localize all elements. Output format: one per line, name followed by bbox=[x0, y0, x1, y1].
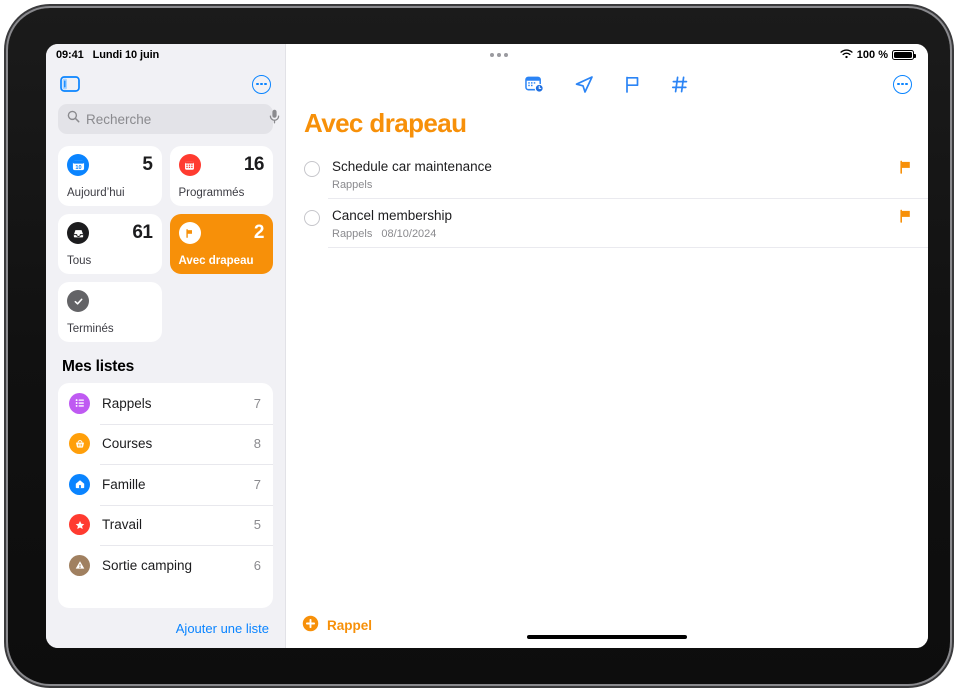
reminder-flag-icon[interactable] bbox=[899, 208, 912, 228]
today-calendar-icon: 10 bbox=[67, 154, 89, 176]
ipad-screen: 10 5 Aujourd’hui bbox=[46, 44, 928, 648]
star-icon bbox=[69, 514, 90, 536]
dot bbox=[260, 82, 263, 86]
smart-card-label: Terminés bbox=[67, 323, 114, 335]
dot bbox=[264, 82, 267, 86]
smart-card-flagged[interactable]: 2 Avec drapeau bbox=[169, 214, 273, 274]
list-item-name: Famille bbox=[102, 476, 146, 492]
reminder-body: Schedule car maintenance Rappels bbox=[332, 159, 899, 191]
bullet-list-icon bbox=[69, 392, 90, 414]
smart-card-count: 5 bbox=[142, 154, 153, 175]
smart-card-count: 16 bbox=[243, 154, 265, 175]
reminder-title: Cancel membership bbox=[332, 207, 453, 223]
smart-card-top: 10 5 bbox=[67, 154, 153, 176]
reminder-row[interactable]: Cancel membership Rappels 08/10/2024 bbox=[286, 199, 928, 248]
list-item-sortie-camping[interactable]: Sortie camping 6 bbox=[58, 545, 273, 586]
search-box[interactable] bbox=[58, 104, 280, 134]
list-item-count: 7 bbox=[253, 395, 261, 411]
reminder-list-name: Rappels bbox=[332, 178, 373, 191]
list-item-rappels[interactable]: Rappels 7 bbox=[58, 383, 273, 424]
completed-check-icon bbox=[67, 290, 89, 312]
list-item-name: Courses bbox=[102, 436, 153, 452]
reminder-meta: Rappels bbox=[332, 179, 899, 191]
reminder-checkbox[interactable] bbox=[304, 161, 320, 177]
reminder-meta: Rappels 08/10/2024 bbox=[332, 228, 899, 240]
sidebar-statusbar-spacer bbox=[46, 44, 285, 66]
add-reminder-button[interactable]: Rappel bbox=[302, 615, 372, 635]
reminder-list-name: Rappels bbox=[332, 227, 373, 240]
sidebar-toggle-icon[interactable] bbox=[60, 76, 80, 92]
shopping-basket-icon bbox=[69, 433, 90, 455]
scheduled-calendar-icon bbox=[178, 154, 201, 176]
hashtag-icon[interactable] bbox=[671, 75, 689, 94]
my-lists-container: Rappels 7 Courses 8 Famille 7 Travail 5 … bbox=[58, 383, 273, 608]
list-item-famille[interactable]: Famille 7 bbox=[58, 464, 273, 505]
main-content: Avec drapeau Schedule car maintenance Ra… bbox=[286, 44, 928, 648]
list-item-count: 8 bbox=[253, 436, 261, 452]
smart-card-top: 2 bbox=[178, 222, 265, 244]
calendar-clock-icon[interactable] bbox=[525, 75, 544, 93]
smart-card-count: 61 bbox=[132, 222, 153, 243]
reminder-date: 08/10/2024 bbox=[381, 227, 437, 240]
dot bbox=[905, 82, 908, 86]
smart-card-top: 61 bbox=[67, 222, 153, 244]
main-statusbar-spacer bbox=[286, 44, 928, 66]
toolbar-actions bbox=[286, 75, 928, 94]
sidebar-header bbox=[46, 66, 285, 102]
dot bbox=[901, 82, 904, 86]
location-arrow-icon[interactable] bbox=[574, 75, 594, 94]
smart-card-today[interactable]: 10 5 Aujourd’hui bbox=[58, 146, 162, 206]
list-item-name: Sortie camping bbox=[102, 557, 193, 573]
sidebar-more-button[interactable] bbox=[252, 74, 271, 94]
smart-card-top: 16 bbox=[178, 154, 265, 176]
dot bbox=[897, 82, 900, 86]
page-title: Avec drapeau bbox=[304, 108, 467, 138]
list-item-courses[interactable]: Courses 8 bbox=[58, 423, 273, 465]
main-more-button[interactable] bbox=[893, 74, 912, 94]
smart-card-label: Programmés bbox=[178, 187, 245, 199]
list-item-name: Travail bbox=[102, 517, 143, 533]
dot bbox=[256, 82, 259, 86]
list-item-count: 6 bbox=[253, 557, 261, 573]
sidebar: 10 5 Aujourd’hui bbox=[46, 44, 286, 648]
search-container bbox=[46, 102, 285, 134]
reminder-title: Schedule car maintenance bbox=[332, 159, 492, 174]
add-list-button[interactable]: Ajouter une liste bbox=[176, 621, 269, 636]
smart-card-scheduled[interactable]: 16 Programmés bbox=[169, 146, 273, 206]
smart-card-completed[interactable]: Terminés bbox=[58, 282, 162, 342]
triangle-exclamation-icon bbox=[69, 554, 90, 576]
smart-lists-grid: 10 5 Aujourd’hui 16 Programmés 61 Tous 2… bbox=[46, 134, 285, 342]
list-item-count: 5 bbox=[253, 517, 261, 533]
main-footer: Rappel bbox=[286, 602, 928, 648]
reminder-row[interactable]: Schedule car maintenance Rappels bbox=[286, 150, 928, 199]
my-lists-header: Mes listes bbox=[62, 358, 135, 375]
flag-icon bbox=[178, 222, 201, 244]
list-item-name: Rappels bbox=[102, 395, 152, 411]
reminder-flag-icon[interactable] bbox=[899, 159, 912, 179]
smart-card-label: Aujourd’hui bbox=[67, 187, 125, 199]
smart-card-top bbox=[67, 290, 153, 312]
smart-card-label: Avec drapeau bbox=[178, 255, 254, 267]
list-item-count: 7 bbox=[253, 476, 261, 492]
search-input[interactable] bbox=[86, 111, 263, 127]
flag-outline-icon[interactable] bbox=[624, 75, 641, 94]
list-item-travail[interactable]: Travail 5 bbox=[58, 504, 273, 546]
microphone-icon[interactable] bbox=[269, 109, 280, 129]
search-icon bbox=[67, 110, 80, 128]
all-inbox-icon bbox=[67, 222, 89, 244]
smart-card-count: 2 bbox=[253, 222, 265, 243]
add-reminder-label: Rappel bbox=[327, 617, 373, 633]
ipad-device-frame: 10 5 Aujourd’hui bbox=[8, 8, 950, 684]
smart-card-label: Tous bbox=[67, 255, 92, 267]
reminder-checkbox[interactable] bbox=[304, 209, 320, 226]
svg-text:10: 10 bbox=[75, 164, 81, 170]
plus-circle-icon bbox=[302, 615, 319, 635]
reminder-body: Cancel membership Rappels 08/10/2024 bbox=[332, 208, 899, 240]
sidebar-footer: Ajouter une liste bbox=[46, 608, 285, 648]
main-toolbar bbox=[286, 66, 928, 102]
smart-card-all[interactable]: 61 Tous bbox=[58, 214, 162, 274]
home-indicator bbox=[527, 634, 687, 639]
house-icon bbox=[69, 473, 90, 495]
